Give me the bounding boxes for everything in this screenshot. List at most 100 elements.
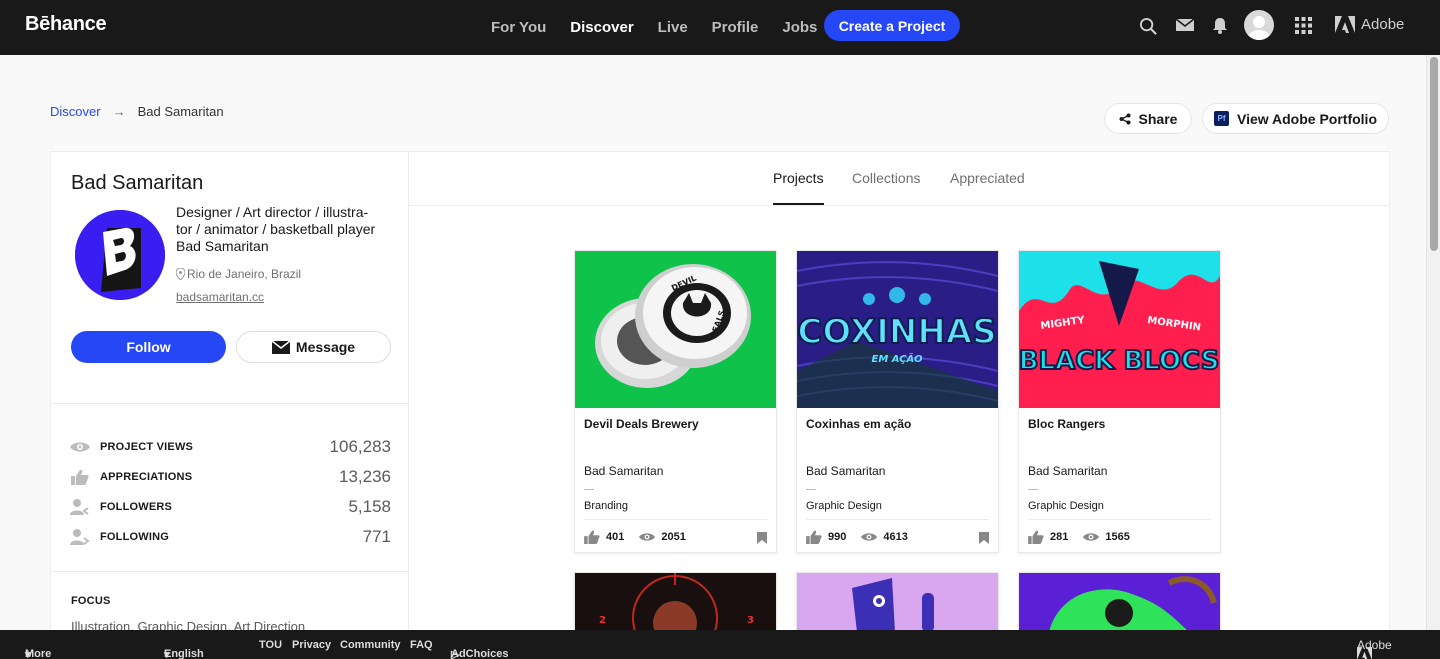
- stat-value: 5,158: [348, 497, 391, 516]
- project-owner[interactable]: Bad Samaritan: [806, 464, 885, 478]
- divider: [584, 519, 767, 520]
- project-field[interactable]: Graphic Design: [806, 500, 882, 512]
- cover-text: COXINHAS: [797, 312, 996, 352]
- project-field[interactable]: Graphic Design: [1028, 500, 1104, 512]
- footer-adobe-link[interactable]: Adobe: [1357, 638, 1392, 659]
- project-cover[interactable]: 2 3: [575, 573, 776, 631]
- location-label: Rio de Janeiro, Brazil: [187, 267, 302, 281]
- project-owner[interactable]: Bad Samaritan: [1028, 464, 1107, 478]
- tab-collections[interactable]: Collections: [852, 170, 920, 186]
- footer-link-privacy[interactable]: Privacy: [292, 639, 331, 651]
- profile-avatar[interactable]: [75, 210, 165, 300]
- divider: [51, 571, 408, 572]
- project-likes: 990: [828, 531, 847, 543]
- tab-appreciated[interactable]: Appreciated: [950, 170, 1025, 186]
- follow-button[interactable]: Follow: [71, 331, 226, 363]
- bookmark-icon[interactable]: [757, 531, 767, 549]
- footer-link-community[interactable]: Community: [340, 639, 401, 651]
- stat-label: APPRECIATIONS: [100, 471, 193, 483]
- main-content: Projects Collections Appreciated DEVIL D…: [409, 151, 1390, 631]
- bookmark-icon[interactable]: [979, 531, 989, 549]
- profile-sidebar: Bad Samaritan Designer / Art director / …: [50, 151, 409, 634]
- project-card[interactable]: [796, 572, 999, 631]
- nav-link-for-you[interactable]: For You: [491, 19, 546, 36]
- breadcrumb-discover-link[interactable]: Discover: [50, 104, 101, 119]
- divider: [584, 489, 594, 490]
- message-button[interactable]: Message: [236, 331, 391, 363]
- eye-icon: [639, 532, 656, 542]
- project-owner[interactable]: Bad Samaritan: [584, 464, 663, 478]
- adobe-link[interactable]: Adobe: [1335, 16, 1404, 33]
- project-stats: 401 2051: [584, 530, 701, 544]
- profile-name: Bad Samaritan: [71, 172, 204, 194]
- eye-icon: [861, 532, 878, 542]
- project-stats: 281 1565: [1028, 530, 1145, 544]
- tab-projects[interactable]: Projects: [773, 170, 824, 186]
- scrollbar-thumb[interactable]: [1430, 57, 1438, 251]
- profile-tabs: Projects Collections Appreciated: [409, 152, 1389, 206]
- view-adobe-portfolio-button[interactable]: Pf View Adobe Portfolio: [1202, 103, 1389, 134]
- active-tab-indicator: [773, 203, 824, 205]
- project-views: 4613: [883, 531, 908, 543]
- user-avatar[interactable]: [1244, 10, 1274, 40]
- more-behance-label: More Behance: [25, 648, 52, 659]
- nav-link-live[interactable]: Live: [658, 19, 688, 36]
- profile-website-link[interactable]: badsamaritan.cc: [176, 290, 264, 304]
- nav-links: For You Discover Live Profile Jobs: [491, 0, 841, 55]
- thumbs-up-icon: [584, 530, 600, 544]
- divider: [806, 489, 816, 490]
- project-card[interactable]: [1018, 572, 1221, 631]
- project-field[interactable]: Branding: [584, 500, 628, 512]
- profile-location: Rio de Janeiro, Brazil: [176, 267, 301, 281]
- page-scrollbar[interactable]: [1426, 55, 1440, 630]
- top-navigation: Bēhance For You Discover Live Profile Jo…: [0, 0, 1440, 55]
- project-title[interactable]: Bloc Rangers: [1028, 417, 1105, 431]
- footer: More Behance ▾ English ▾ TOU Privacy Com…: [0, 630, 1440, 659]
- svg-text:3: 3: [747, 615, 754, 626]
- project-views: 2051: [661, 531, 686, 543]
- project-card[interactable]: 2 3: [574, 572, 777, 631]
- project-cover[interactable]: [1019, 573, 1220, 631]
- adobe-logo-icon: [1335, 16, 1355, 33]
- footer-link-faq[interactable]: FAQ: [410, 639, 433, 651]
- bell-icon[interactable]: [1212, 17, 1232, 37]
- footer-link-tou[interactable]: TOU: [259, 639, 282, 651]
- project-card[interactable]: DEVIL DEALS Devil Deals Brewery Bad Sama…: [574, 250, 777, 553]
- search-icon[interactable]: [1139, 17, 1159, 37]
- project-card[interactable]: COXINHAS EM AÇÃO Coxinhas em ação Bad Sa…: [796, 250, 999, 553]
- breadcrumb: Discover → Bad Samaritan: [50, 104, 224, 119]
- stat-appreciations: APPRECIATIONS 13,236: [69, 462, 391, 492]
- behance-logo[interactable]: Bēhance: [25, 13, 107, 36]
- eye-icon: [69, 438, 91, 456]
- profile-stats: PROJECT VIEWS 106,283 APPRECIATIONS 13,2…: [69, 432, 391, 552]
- nav-link-profile[interactable]: Profile: [712, 19, 759, 36]
- nav-link-jobs[interactable]: Jobs: [782, 19, 817, 36]
- project-cover[interactable]: MIGHTY MORPHIN BLACK BLOCS: [1019, 251, 1220, 408]
- divider: [51, 403, 408, 404]
- profile-bio: Designer / Art director / illustra- tor …: [176, 204, 391, 255]
- nav-link-discover[interactable]: Discover: [570, 19, 633, 36]
- project-title[interactable]: Coxinhas em ação: [806, 417, 911, 431]
- project-cover[interactable]: COXINHAS EM AÇÃO: [797, 251, 998, 408]
- chevron-down-icon: ▾: [25, 649, 31, 659]
- share-icon: [1119, 113, 1131, 125]
- mail-icon[interactable]: [1175, 17, 1196, 37]
- adobe-portfolio-icon: Pf: [1213, 111, 1229, 126]
- thumbs-up-icon: [806, 530, 822, 544]
- share-button[interactable]: Share: [1104, 103, 1192, 134]
- stat-project-views: PROJECT VIEWS 106,283: [69, 432, 391, 462]
- breadcrumb-current: Bad Samaritan: [137, 104, 224, 119]
- stat-following: FOLLOWING 771: [69, 522, 391, 552]
- project-cover[interactable]: [797, 573, 998, 631]
- create-project-button[interactable]: Create a Project: [824, 10, 960, 41]
- bio-line: Designer / Art director / illustra-: [176, 204, 369, 220]
- project-likes: 401: [606, 531, 625, 543]
- adobe-label: Adobe: [1361, 16, 1405, 33]
- bio-line: Bad Samaritan: [176, 238, 269, 254]
- apps-grid-icon[interactable]: [1295, 17, 1315, 37]
- project-cover[interactable]: DEVIL DEALS: [575, 251, 776, 408]
- project-card[interactable]: MIGHTY MORPHIN BLACK BLOCS Bloc Rangers …: [1018, 250, 1221, 553]
- adchoices-label: AdChoices: [451, 648, 509, 659]
- stat-value: 13,236: [339, 467, 391, 486]
- project-title[interactable]: Devil Deals Brewery: [584, 417, 699, 431]
